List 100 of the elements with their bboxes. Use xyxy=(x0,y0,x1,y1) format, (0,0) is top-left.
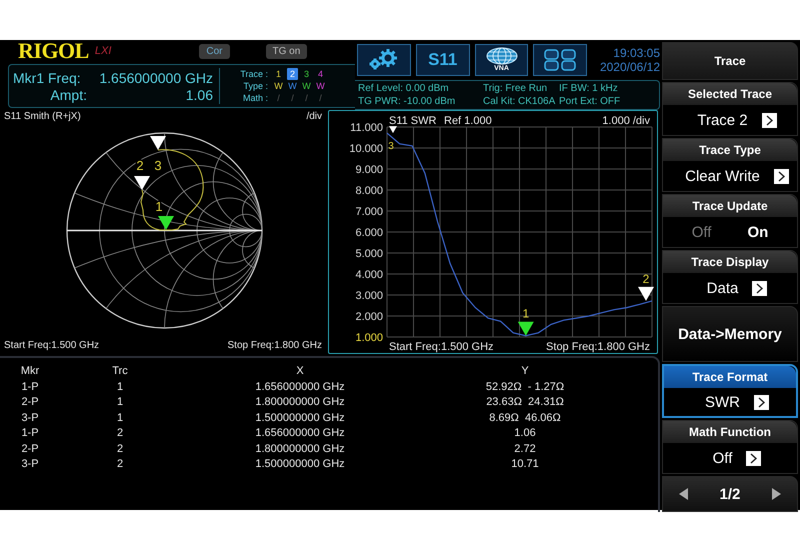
header-button[interactable]: TG on xyxy=(266,44,308,58)
status-text: Ref Level: 0.00 dBm xyxy=(358,82,450,95)
plot-title: S11 Smith (R+jX) xyxy=(4,111,81,122)
marker-label: 1 xyxy=(522,306,530,321)
y-tick-label: 11.000 xyxy=(350,122,383,134)
table-cell-text: 1-P xyxy=(20,380,40,394)
math-label: Math : xyxy=(242,92,269,104)
trace-number[interactable]: 3 xyxy=(301,68,312,80)
y-tick-label: 7.000 xyxy=(355,206,383,218)
chevron-right-icon xyxy=(774,168,789,184)
marker-label: 2 xyxy=(136,158,144,173)
table-cell-text: 2.72 xyxy=(513,442,537,456)
marker-label: 3 xyxy=(154,158,162,173)
trace-label: Trace : xyxy=(239,68,269,80)
column-header: X xyxy=(295,364,305,379)
table-cell-text: 1 xyxy=(116,410,124,426)
table-cell-text: 1.656000000 GHz xyxy=(254,426,346,441)
table-cell-text: 1 xyxy=(116,395,124,410)
scale-label: /div xyxy=(306,111,322,122)
trace-type: W xyxy=(287,80,298,92)
brand-logo: RIGOL xyxy=(18,38,89,64)
table-cell-text: 1.06 xyxy=(513,426,537,441)
table-cell-text: 3-P xyxy=(20,410,40,426)
marker-freq-value: 1.656000000 GHz xyxy=(98,70,213,86)
trace-number[interactable]: 4 xyxy=(315,68,326,80)
grid-layout-icon xyxy=(543,48,578,72)
stop-frequency: Stop Freq:1.800 GHz xyxy=(228,340,322,351)
y-tick-label: 4.000 xyxy=(355,269,383,281)
table-cell-text: 8.69Ω 46.06Ω xyxy=(488,410,562,426)
clock-date: 2020/06/12 xyxy=(600,60,660,74)
table-cell-text: 1.656000000 GHz xyxy=(254,380,346,394)
trace-math: / xyxy=(290,92,295,104)
marker-freq-label: Mkr1 Freq: xyxy=(13,70,82,86)
trace-type: W xyxy=(301,80,312,92)
amplitude-value: 1.06 xyxy=(184,86,213,102)
softkey-button[interactable]: Trace Display Data xyxy=(662,250,798,304)
table-cell-text: 3-P xyxy=(20,457,40,472)
y-tick-label: 6.000 xyxy=(355,227,383,239)
trace-type: W xyxy=(315,80,326,92)
table-cell-text: 1.800000000 GHz xyxy=(254,395,346,410)
layout-button[interactable] xyxy=(533,44,588,76)
s-parameter-button[interactable]: S11 xyxy=(416,44,470,76)
trace-math: / xyxy=(276,92,281,104)
trace-math: / xyxy=(318,92,323,104)
previous-page-icon[interactable] xyxy=(678,488,688,500)
start-frequency: Start Freq:1.500 GHz xyxy=(4,340,100,351)
column-header: Mkr xyxy=(20,364,40,379)
status-text: Cal Kit: CK106A xyxy=(483,95,556,108)
status-text: TG PWR: -10.00 dBm xyxy=(358,95,456,108)
plot-title: S11 SWR xyxy=(389,115,436,127)
marker-label: 3 xyxy=(388,141,394,152)
type-label: Type : xyxy=(242,80,269,92)
header-button[interactable]: Cor xyxy=(199,44,230,58)
chevron-right-icon xyxy=(762,112,777,128)
toggle-option[interactable]: On xyxy=(747,224,768,240)
table-cell-text: 1.500000000 GHz xyxy=(254,410,346,426)
next-page-icon[interactable] xyxy=(772,488,782,500)
table-cell-text: 1-P xyxy=(20,426,40,441)
toggle-option[interactable]: Off xyxy=(692,224,712,240)
softkey-button[interactable]: Selected Trace Trace 2 xyxy=(662,82,798,136)
menu-title: Trace xyxy=(662,42,798,80)
globe-icon xyxy=(484,47,519,65)
chevron-right-icon xyxy=(754,394,769,410)
y-tick-label: 2.000 xyxy=(355,311,383,323)
reference-label: Ref 1.000 xyxy=(444,115,492,127)
softkey-button[interactable]: Trace Format SWR xyxy=(662,364,798,418)
status-text: Trig: Free Run xyxy=(483,82,548,95)
column-header: Trc xyxy=(111,364,129,379)
y-tick-label: 5.000 xyxy=(355,248,383,260)
table-cell-text: 10.71 xyxy=(510,457,540,472)
y-tick-label: 10.000 xyxy=(349,143,383,155)
amplitude-label: Ampt: xyxy=(49,86,88,102)
table-cell-text: 23.63Ω 24.31Ω xyxy=(485,395,565,410)
status-text: IF BW: 1 kHz xyxy=(559,82,619,95)
softkey-button[interactable]: Data->Memory xyxy=(662,306,798,362)
trace-number[interactable]: 1 xyxy=(273,68,284,80)
chevron-right-icon xyxy=(752,280,768,296)
y-tick-label: 9.000 xyxy=(355,164,383,176)
stop-frequency: Stop Freq:1.800 GHz xyxy=(546,341,650,353)
softkey-button[interactable]: Math Function Off xyxy=(662,420,798,474)
table-cell-text: 2 xyxy=(116,426,124,441)
table-cell-text: 1.800000000 GHz xyxy=(254,442,346,456)
column-header: Y xyxy=(520,364,530,379)
table-cell-text: 1 xyxy=(116,380,124,394)
start-frequency: Start Freq:1.500 GHz xyxy=(389,341,494,353)
marker-label: 1 xyxy=(155,199,163,214)
softkey-button[interactable]: Trace Update Off On xyxy=(662,194,798,248)
chevron-right-icon xyxy=(746,450,762,466)
y-tick-label: 8.000 xyxy=(355,185,383,197)
lxi-logo: LXI xyxy=(94,45,112,57)
clock-time: 19:03:05 xyxy=(613,46,660,60)
marker-label: 2 xyxy=(642,272,650,286)
softkey-button[interactable]: Trace Type Clear Write xyxy=(662,138,798,192)
table-cell-text: 1.500000000 GHz xyxy=(254,457,346,472)
status-text: Port Ext: OFF xyxy=(559,95,622,108)
page-indicator: 1/2 xyxy=(720,486,740,502)
trace-number[interactable]: 2 xyxy=(287,68,298,80)
settings-button[interactable] xyxy=(357,44,411,76)
scale-label: 1.000 /div xyxy=(602,115,650,127)
y-tick-label: 1.000 xyxy=(355,332,383,344)
